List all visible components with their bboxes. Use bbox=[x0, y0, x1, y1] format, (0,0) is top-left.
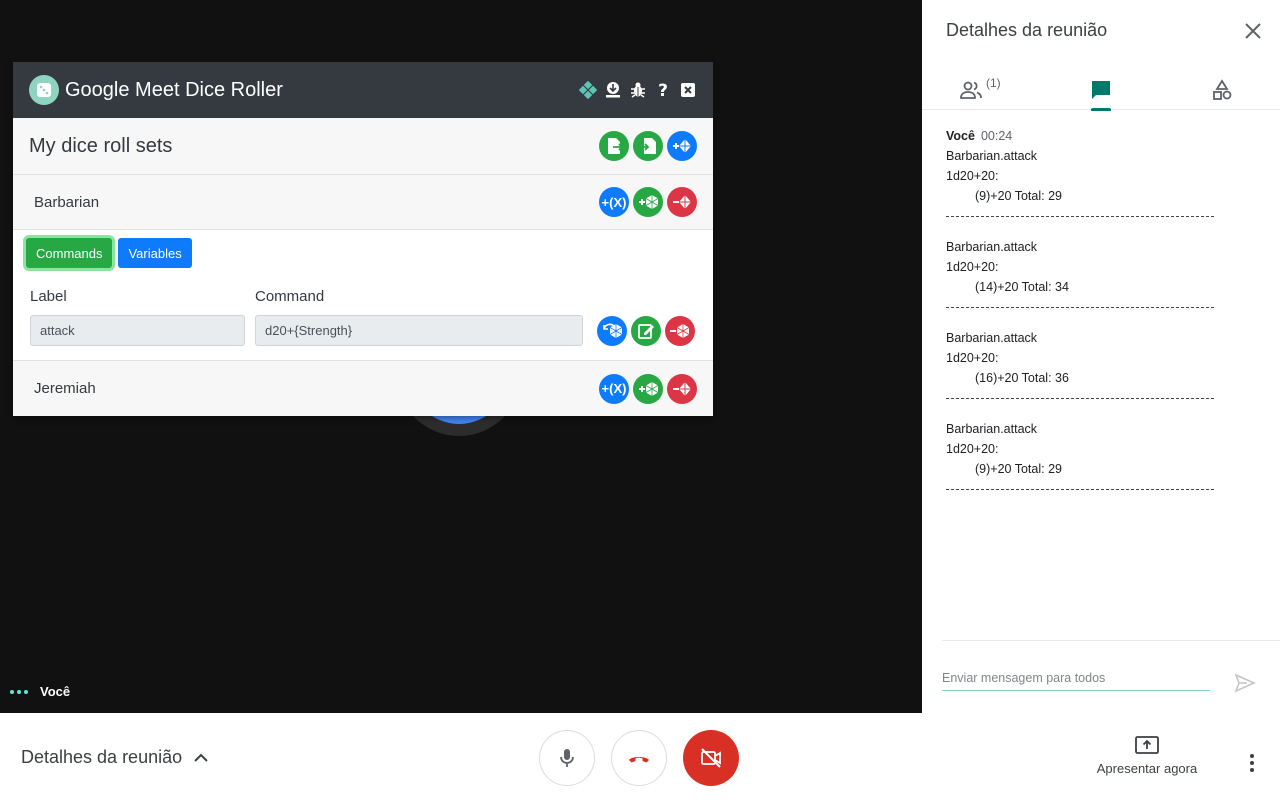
present-now-label: Apresentar agora bbox=[1096, 761, 1198, 776]
message-separator bbox=[946, 307, 1214, 308]
roll-result: (9)+20 Total: 29 bbox=[975, 189, 1062, 203]
chat-message-input[interactable]: Enviar mensagem para todos bbox=[942, 671, 1210, 691]
camera-off-icon bbox=[701, 748, 721, 768]
sidebar-title: Detalhes da reunião bbox=[946, 20, 1108, 40]
chat-icon bbox=[1092, 81, 1110, 99]
people-icon bbox=[960, 81, 982, 99]
dice-sets-header: My dice roll sets bbox=[13, 118, 713, 175]
chat-timestamp: 00:24 bbox=[980, 129, 1013, 143]
dice-roller-panel: Google Meet Dice Roller ? My dice roll s… bbox=[13, 62, 713, 416]
roll-result: (9)+20 Total: 29 bbox=[975, 462, 1062, 476]
meeting-details-label: Detalhes da reunião bbox=[21, 747, 183, 767]
dice-set-name[interactable]: Jeremiah bbox=[34, 380, 96, 397]
message-separator bbox=[946, 216, 1214, 217]
roll-expression: 1d20+20: bbox=[946, 442, 999, 456]
chat-message: Barbarian.attack 1d20+20: (9)+20 Total: … bbox=[946, 419, 1226, 490]
close-icon[interactable] bbox=[1244, 22, 1262, 40]
import-sets-button[interactable] bbox=[633, 131, 663, 161]
chevron-up-icon bbox=[194, 753, 208, 762]
hang-up-icon bbox=[629, 757, 649, 763]
roll-result: (14)+20 Total: 34 bbox=[975, 280, 1069, 294]
chat-compose: Enviar mensagem para todos bbox=[942, 640, 1280, 713]
chat-sender-line: Você 00:24 bbox=[946, 126, 1226, 146]
add-set-button[interactable] bbox=[667, 131, 697, 161]
dice-roller-header: Google Meet Dice Roller ? bbox=[13, 62, 713, 118]
tab-commands[interactable]: Commands bbox=[26, 238, 113, 268]
microphone-icon bbox=[560, 749, 574, 767]
active-tab-indicator bbox=[1091, 108, 1111, 111]
message-separator bbox=[946, 398, 1214, 399]
camera-button[interactable] bbox=[683, 730, 739, 786]
chat-message: Barbarian.attack 1d20+20: (9)+20 Total: … bbox=[946, 146, 1226, 217]
dice-set-row[interactable]: Barbarian +(X) bbox=[13, 175, 713, 230]
header-tools: ? bbox=[578, 81, 697, 100]
people-count: (1) bbox=[986, 76, 1001, 90]
roll-result: (16)+20 Total: 36 bbox=[975, 371, 1069, 385]
chat-sender: Você bbox=[946, 129, 975, 143]
command-actions bbox=[597, 315, 695, 346]
dice-roller-title: Google Meet Dice Roller bbox=[65, 78, 283, 101]
tab-chat[interactable] bbox=[1089, 78, 1113, 118]
add-command-button[interactable] bbox=[633, 187, 663, 217]
help-icon[interactable]: ? bbox=[653, 81, 672, 100]
dice-sets-title: My dice roll sets bbox=[29, 134, 173, 157]
self-video-label: Você bbox=[10, 684, 70, 699]
roll-expression: 1d20+20: bbox=[946, 351, 999, 365]
present-screen-icon bbox=[1135, 736, 1159, 754]
microphone-button[interactable] bbox=[539, 730, 595, 786]
delete-set-button[interactable] bbox=[667, 187, 697, 217]
meeting-details-button[interactable]: Detalhes da reunião bbox=[21, 747, 210, 768]
bug-icon[interactable] bbox=[628, 81, 647, 100]
roll-command: Barbarian.attack bbox=[946, 240, 1038, 254]
roll-command: Barbarian.attack bbox=[946, 149, 1038, 163]
roll-command-button[interactable] bbox=[597, 315, 627, 346]
delete-set-button[interactable] bbox=[667, 373, 697, 404]
send-icon[interactable] bbox=[1234, 673, 1256, 693]
roll-command: Barbarian.attack bbox=[946, 422, 1038, 436]
shapes-icon bbox=[1213, 79, 1232, 100]
self-name: Você bbox=[40, 684, 71, 699]
close-panel-icon[interactable] bbox=[678, 81, 697, 100]
command-row: attack d20+{Strength} bbox=[23, 315, 697, 346]
sidebar-tabs: (1) bbox=[922, 70, 1280, 111]
roll-expression: 1d20+20: bbox=[946, 169, 999, 183]
message-separator bbox=[946, 489, 1214, 490]
set-actions: +(X) bbox=[599, 373, 697, 404]
command-field-headers: Label Command bbox=[23, 288, 697, 305]
svg-text:?: ? bbox=[658, 81, 668, 99]
chat-message: Barbarian.attack 1d20+20: (14)+20 Total:… bbox=[946, 237, 1226, 308]
add-command-button[interactable] bbox=[633, 373, 663, 404]
add-variable-button[interactable]: +(X) bbox=[599, 187, 629, 217]
tab-activities[interactable] bbox=[1210, 78, 1234, 118]
dice-set-row[interactable]: Jeremiah +(X) bbox=[13, 361, 713, 416]
dice-logo-icon bbox=[29, 75, 59, 105]
chat-message: Barbarian.attack 1d20+20: (16)+20 Total:… bbox=[946, 328, 1226, 399]
set-commands-body: Commands Variables Label Command attack … bbox=[13, 230, 713, 361]
audio-indicator-icon bbox=[10, 689, 28, 694]
command-label-input[interactable]: attack bbox=[30, 315, 245, 346]
download-icon[interactable] bbox=[603, 81, 622, 100]
add-variable-button[interactable]: +(X) bbox=[599, 373, 629, 404]
command-column-header: Command bbox=[255, 288, 325, 305]
delete-command-button[interactable] bbox=[665, 315, 695, 346]
export-sets-button[interactable] bbox=[599, 131, 629, 161]
call-controls-bar: Detalhes da reunião Apresentar agora bbox=[0, 713, 1280, 800]
hang-up-button[interactable] bbox=[611, 730, 667, 786]
roll-command: Barbarian.attack bbox=[946, 331, 1038, 345]
roll-expression: 1d20+20: bbox=[946, 260, 999, 274]
command-expression-input[interactable]: d20+{Strength} bbox=[255, 315, 583, 346]
present-now-button[interactable]: Apresentar agora bbox=[1092, 735, 1202, 776]
dice-set-name[interactable]: Barbarian bbox=[34, 194, 99, 211]
more-options-icon[interactable] bbox=[1240, 751, 1264, 775]
tab-variables[interactable]: Variables bbox=[118, 238, 192, 268]
sets-actions bbox=[599, 131, 697, 161]
set-tabs: Commands Variables bbox=[23, 238, 697, 268]
tab-people[interactable]: (1) bbox=[959, 76, 1001, 118]
label-column-header: Label bbox=[30, 288, 67, 305]
edit-command-button[interactable] bbox=[631, 315, 661, 346]
dice-cluster-icon[interactable] bbox=[578, 81, 597, 100]
set-actions: +(X) bbox=[599, 187, 697, 217]
chat-messages: Você 00:24 Barbarian.attack 1d20+20: (9)+… bbox=[946, 126, 1226, 510]
meeting-details-sidebar: Detalhes da reunião (1) Você 00:24 Barbar… bbox=[922, 0, 1280, 713]
